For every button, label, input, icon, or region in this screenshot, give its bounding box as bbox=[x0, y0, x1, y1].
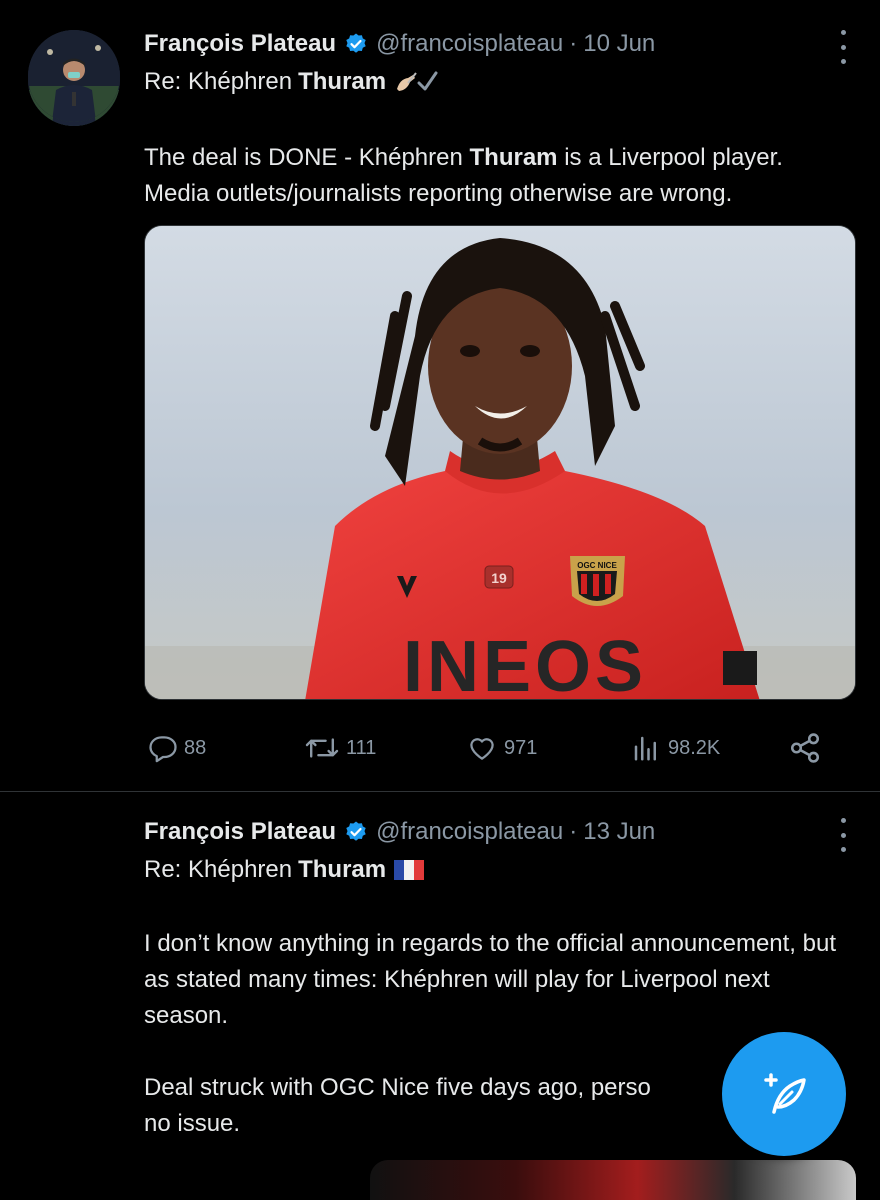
tweet-date[interactable]: 13 Jun bbox=[583, 818, 655, 846]
reply-bold: Thuram bbox=[298, 856, 387, 883]
verified-badge-icon bbox=[344, 32, 368, 56]
tweet-date[interactable]: 10 Jun bbox=[583, 30, 655, 58]
tweet-header: François Plateau @francoisplateau · 13 J… bbox=[144, 818, 820, 846]
views-icon bbox=[634, 736, 656, 761]
sponsor-text: INEOS bbox=[403, 627, 647, 700]
crest-text: OGC NICE bbox=[577, 561, 617, 570]
compose-button[interactable] bbox=[722, 1032, 846, 1156]
author-avatar[interactable] bbox=[28, 30, 120, 122]
tweet-actions: 88 111 971 98.2K bbox=[144, 728, 844, 768]
share-icon bbox=[790, 733, 820, 763]
reply-context: Re: Khéphren Thuram bbox=[144, 68, 438, 96]
tweet-body: The deal is DONE - Khéphren Thuram is a … bbox=[144, 140, 864, 212]
compose-icon bbox=[764, 1073, 806, 1114]
jersey-number: 19 bbox=[491, 570, 507, 586]
tweet-body-line-2: Media outlets/journalists reporting othe… bbox=[144, 180, 733, 207]
views-button[interactable]: 98.2K bbox=[630, 728, 720, 768]
tweet-header: François Plateau @francoisplateau · 10 J… bbox=[144, 30, 820, 58]
reply-count: 88 bbox=[184, 736, 207, 759]
tweet-1[interactable]: François Plateau @francoisplateau · 10 J… bbox=[0, 0, 880, 792]
author-handle[interactable]: @francoisplateau bbox=[376, 818, 563, 846]
author-handle[interactable]: @francoisplateau bbox=[376, 30, 563, 58]
france-flag-icon bbox=[394, 860, 425, 880]
verified-badge-icon bbox=[344, 820, 368, 844]
separator-dot: · bbox=[569, 818, 578, 845]
retweet-count: 111 bbox=[346, 736, 377, 759]
retweet-icon bbox=[305, 738, 339, 758]
tweet-body-line-1: The deal is DONE - Khéphren Thuram is a … bbox=[144, 144, 783, 171]
more-vertical-icon[interactable] bbox=[836, 30, 850, 64]
separator-dot: · bbox=[569, 30, 578, 57]
reply-button[interactable]: 88 bbox=[148, 728, 206, 768]
like-button[interactable]: 971 bbox=[466, 728, 537, 768]
like-count: 971 bbox=[504, 736, 538, 759]
reply-prefix: Re: Khéphren bbox=[144, 68, 293, 95]
reply-bold: Thuram bbox=[298, 68, 387, 95]
views-count: 98.2K bbox=[668, 736, 721, 759]
share-button[interactable] bbox=[788, 728, 828, 768]
tweet-body-paragraph-1: I don’t know anything in regards to the … bbox=[144, 930, 837, 1029]
reply-icon bbox=[149, 736, 177, 763]
more-vertical-icon[interactable] bbox=[836, 818, 850, 852]
reply-context: Re: Khéphren Thuram bbox=[144, 856, 425, 884]
author-name[interactable]: François Plateau bbox=[144, 30, 336, 58]
tweet-media-image-partial[interactable] bbox=[370, 1160, 856, 1200]
writing-check-emoji-icon bbox=[394, 69, 438, 95]
tweet-media-image[interactable]: OGC NICE 19 INEOS bbox=[144, 225, 856, 700]
like-icon bbox=[470, 738, 494, 760]
author-name[interactable]: François Plateau bbox=[144, 818, 336, 846]
reply-prefix: Re: Khéphren bbox=[144, 856, 293, 883]
retweet-button[interactable]: 111 bbox=[304, 728, 376, 768]
club-crest-icon: OGC NICE bbox=[570, 556, 625, 606]
